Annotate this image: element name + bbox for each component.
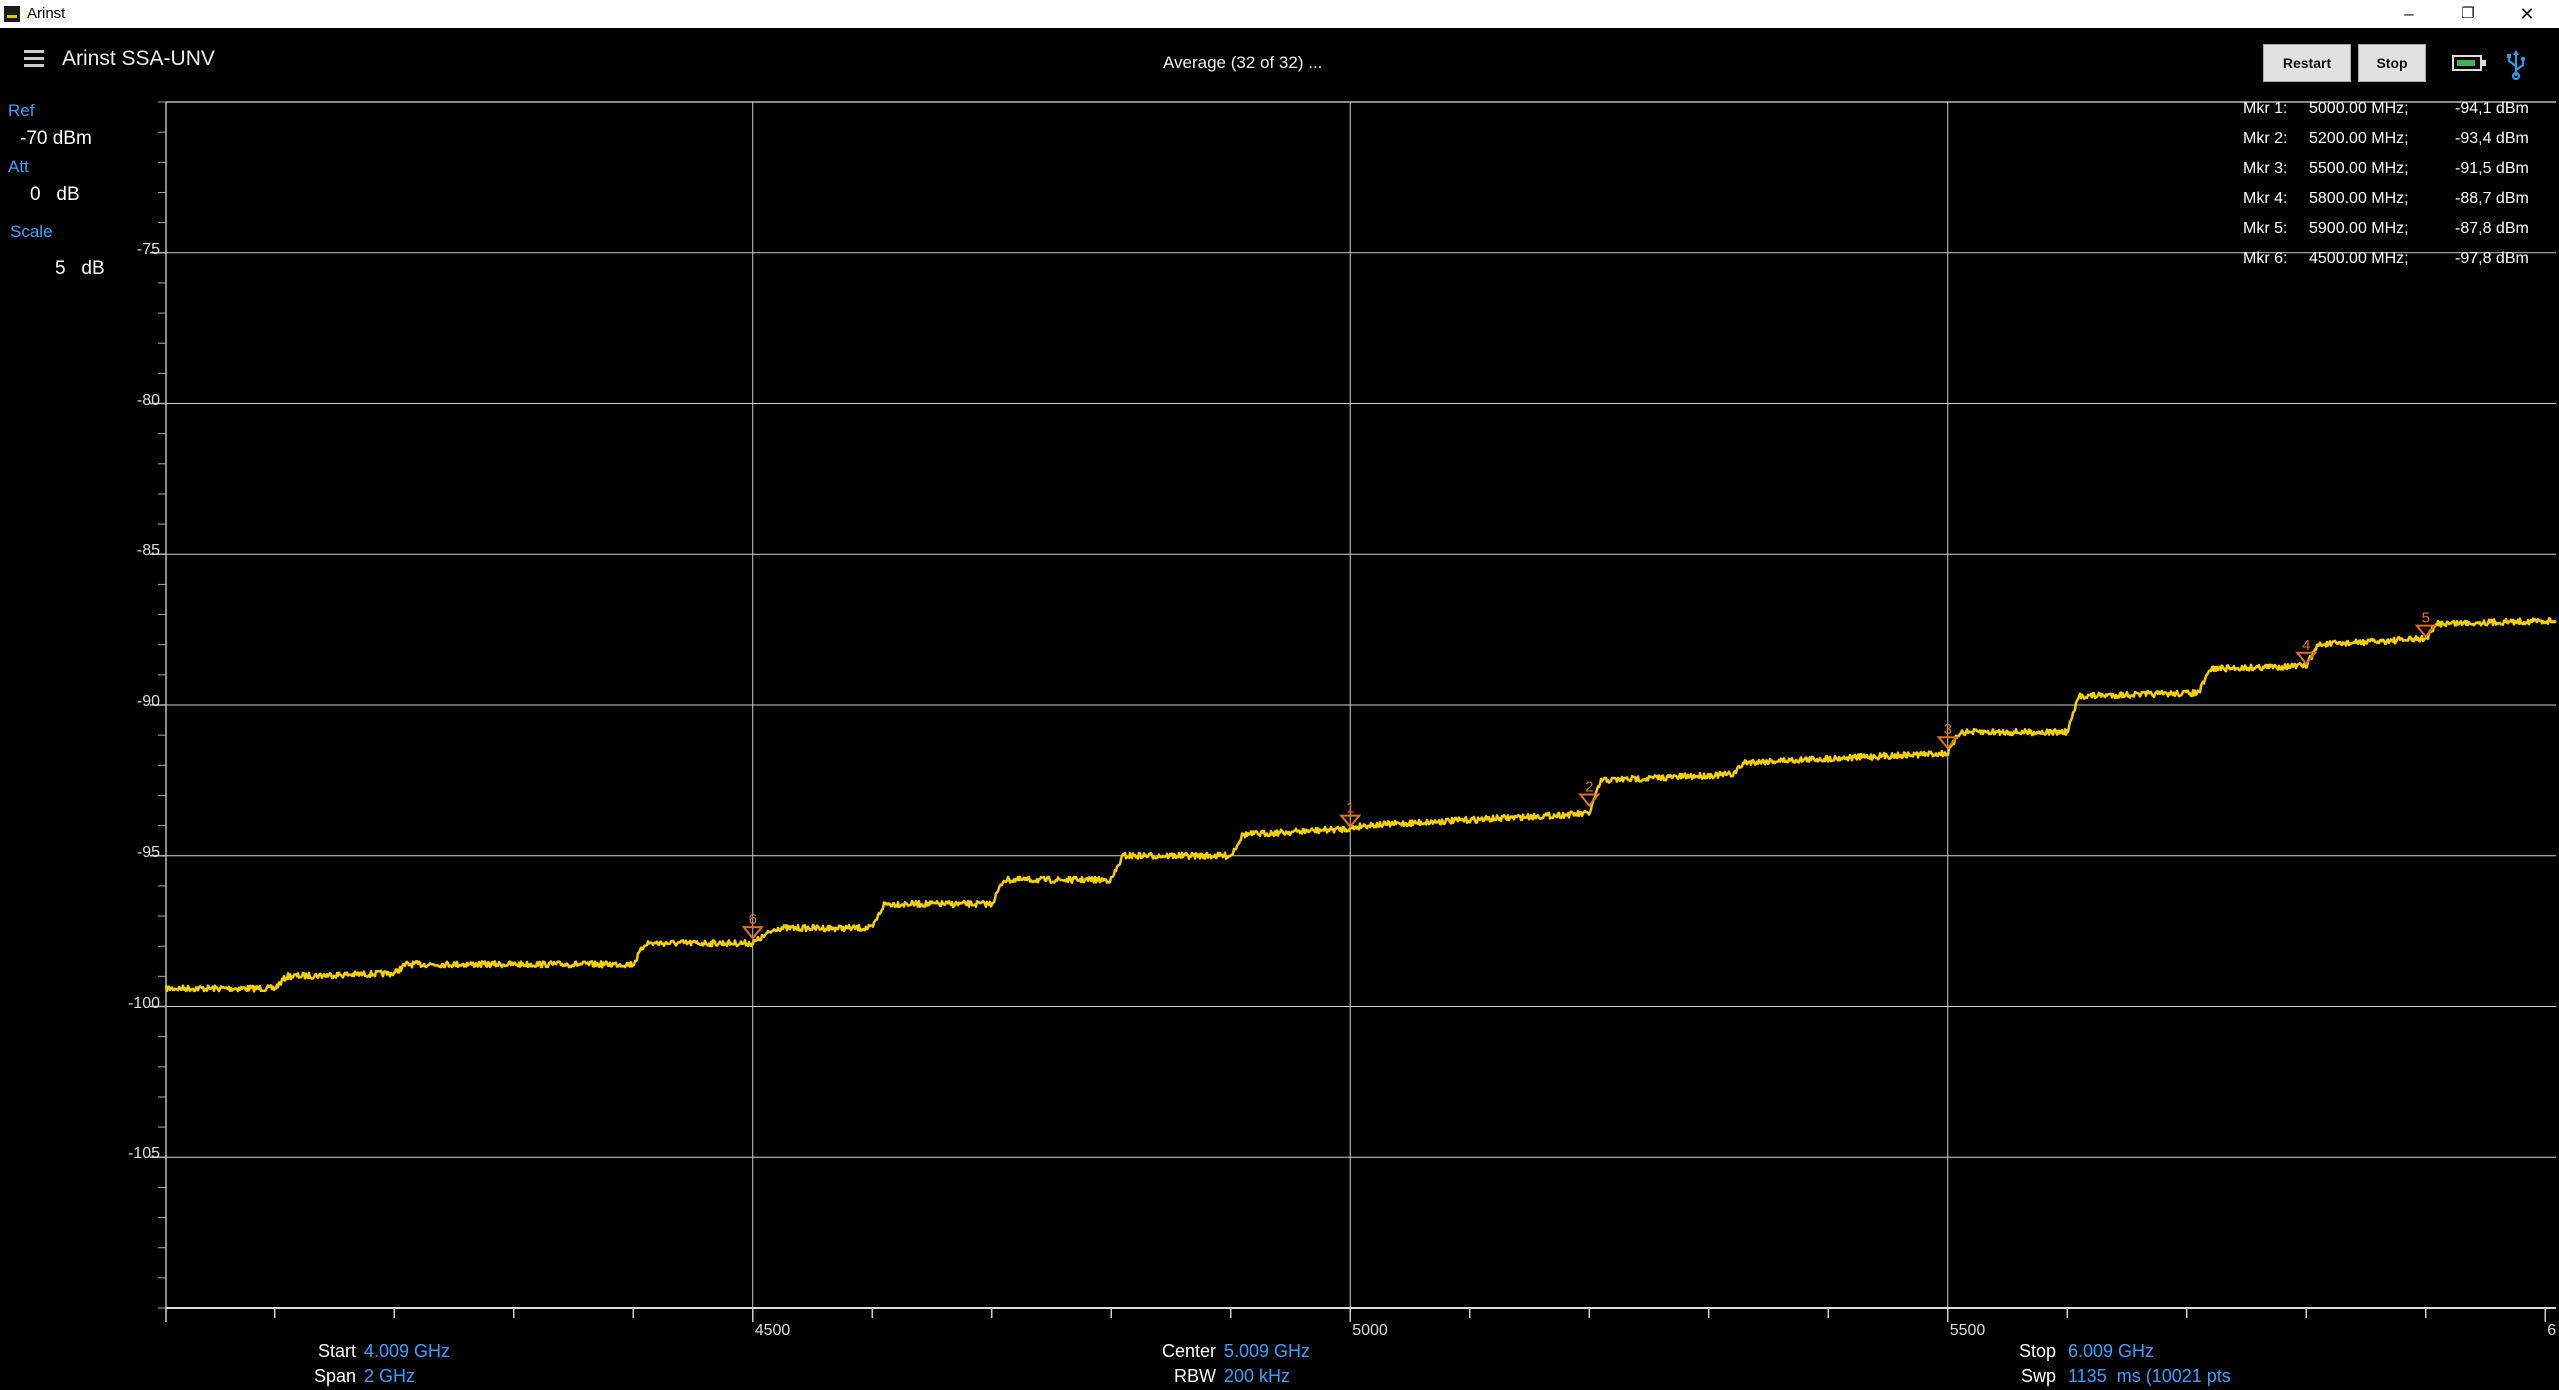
marker-amp: -88,7 dBm bbox=[2455, 190, 2529, 207]
spectrum-chart[interactable]: 1 2 3 4 5 6 bbox=[0, 0, 2559, 1390]
marker-row: Mkr 5: 5900.00 MHz; -87,8 dBm bbox=[2243, 220, 2541, 250]
marker-3-label: 3 bbox=[1944, 721, 1952, 738]
marker-row: Mkr 1: 5000.00 MHz; -94,1 dBm bbox=[2243, 100, 2541, 130]
marker-name: Mkr 3: bbox=[2243, 160, 2288, 177]
marker-name: Mkr 2: bbox=[2243, 130, 2288, 147]
rbw-value[interactable]: 200 kHz bbox=[1224, 1366, 1290, 1387]
y-tick-label: -75 bbox=[136, 240, 160, 258]
marker-2-label: 2 bbox=[1585, 779, 1593, 796]
marker-amp: -87,8 dBm bbox=[2455, 220, 2529, 237]
marker-freq: 5500.00 MHz; bbox=[2309, 160, 2409, 177]
marker-row: Mkr 4: 5800.00 MHz; -88,7 dBm bbox=[2243, 190, 2541, 220]
x-tick-label: 5000 bbox=[1352, 1322, 1388, 1339]
marker-amp: -93,4 dBm bbox=[2455, 130, 2529, 147]
stop-label: Stop bbox=[2018, 1341, 2056, 1361]
marker-freq: 5000.00 MHz; bbox=[2309, 100, 2409, 117]
y-tick-label: -85 bbox=[136, 542, 160, 560]
marker-row: Mkr 3: 5500.00 MHz; -91,5 dBm bbox=[2243, 160, 2541, 190]
span-label: Span bbox=[313, 1366, 356, 1386]
y-tick-label: -105 bbox=[127, 1145, 160, 1163]
marker-amp: -97,8 dBm bbox=[2455, 250, 2529, 267]
marker-4-label: 4 bbox=[2302, 637, 2310, 654]
stop-value[interactable]: 6.009 GHz bbox=[2068, 1341, 2154, 1362]
rbw-label: RBW bbox=[1174, 1366, 1216, 1386]
marker-freq: 5900.00 MHz; bbox=[2309, 220, 2409, 237]
marker-freq: 5200.00 MHz; bbox=[2309, 130, 2409, 147]
marker-name: Mkr 1: bbox=[2243, 100, 2288, 117]
marker-5-label: 5 bbox=[2422, 610, 2430, 627]
y-tick-label: -90 bbox=[136, 693, 160, 710]
start-label: Start bbox=[317, 1341, 356, 1361]
span-value[interactable]: 2 GHz bbox=[364, 1366, 415, 1387]
x-tick-label: 5500 bbox=[1949, 1322, 1986, 1339]
marker-name: Mkr 4: bbox=[2243, 190, 2288, 207]
center-label: Center bbox=[1161, 1341, 1216, 1361]
swp-value[interactable]: 1135 ms (10021 pts bbox=[2068, 1366, 2243, 1387]
marker-row: Mkr 6: 4500.00 MHz; -97,8 dBm bbox=[2243, 250, 2541, 280]
y-tick-label: -95 bbox=[136, 843, 160, 861]
marker-1-label: 1 bbox=[1346, 800, 1354, 817]
marker-name: Mkr 6: bbox=[2243, 250, 2288, 267]
marker-name: Mkr 5: bbox=[2243, 220, 2288, 237]
spectrum-trace bbox=[164, 617, 2558, 993]
marker-freq: 4500.00 MHz; bbox=[2309, 250, 2409, 267]
y-tick-label: -80 bbox=[136, 391, 160, 409]
x-tick-label: 4500 bbox=[754, 1322, 791, 1339]
marker-freq: 5800.00 MHz; bbox=[2309, 190, 2409, 207]
swp-label: Swp bbox=[2020, 1366, 2056, 1386]
marker-amp: -91,5 dBm bbox=[2455, 160, 2529, 177]
x-tick-label: 6 bbox=[2547, 1322, 2557, 1339]
marker-amp: -94,1 dBm bbox=[2455, 100, 2529, 117]
center-value[interactable]: 5.009 GHz bbox=[1224, 1341, 1310, 1362]
marker-row: Mkr 2: 5200.00 MHz; -93,4 dBm bbox=[2243, 130, 2541, 160]
start-value[interactable]: 4.009 GHz bbox=[364, 1341, 450, 1362]
marker-table: Mkr 1: 5000.00 MHz; -94,1 dBm Mkr 2: 5200.00… bbox=[2243, 100, 2541, 280]
y-tick-label: -100 bbox=[127, 994, 160, 1012]
marker-6-label: 6 bbox=[749, 911, 757, 928]
